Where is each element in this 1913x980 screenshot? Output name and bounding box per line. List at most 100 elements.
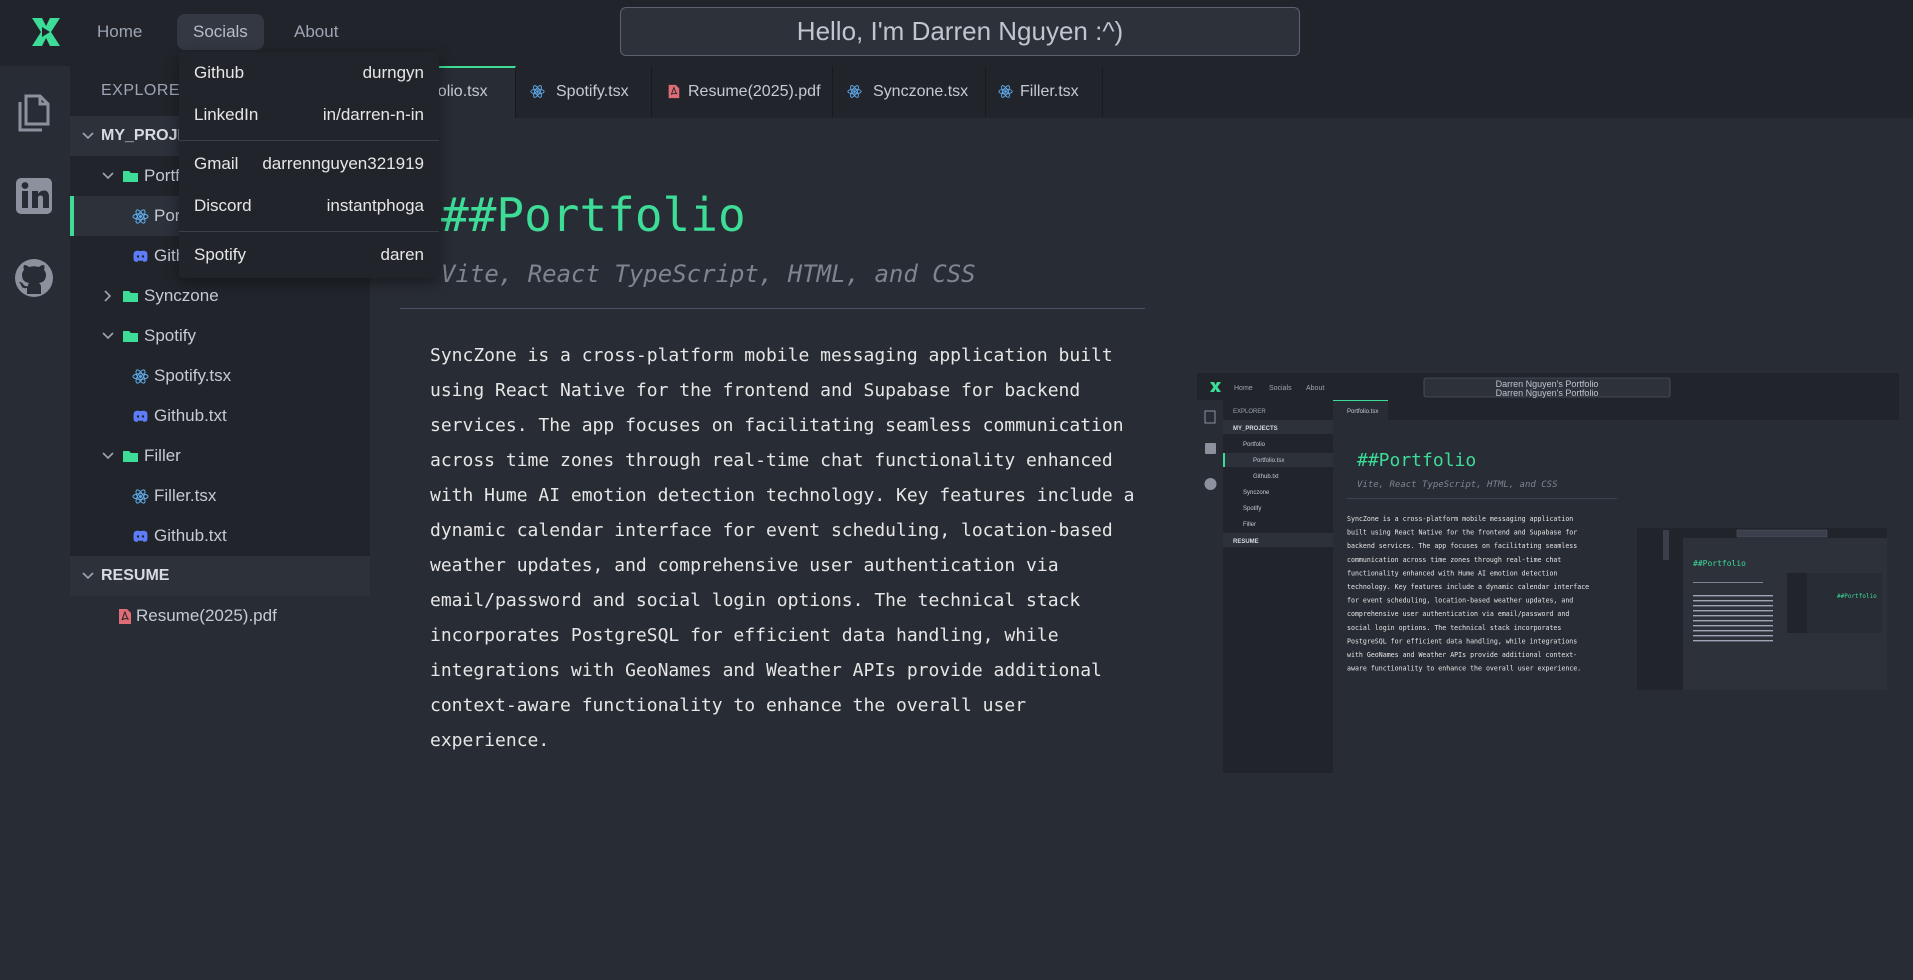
discord-github-icon (133, 530, 148, 542)
folder-icon (123, 291, 138, 302)
project-preview-image: Home Socials About Darren Nguyen's Portf… (1197, 373, 1899, 773)
preview-portfolio-file: Portfolio.tsx (1253, 458, 1284, 464)
tree-folder-spotify[interactable]: Spotify (70, 316, 370, 356)
tree-file-spotify-github[interactable]: Github.txt (70, 396, 370, 436)
divider (400, 308, 1145, 309)
tree-folder-filler[interactable]: Filler (70, 436, 370, 476)
preview-paragraph-line: comprehensive user authentication via em… (1347, 610, 1569, 618)
dropdown-divider (179, 231, 439, 232)
chevron-down-icon (102, 172, 114, 180)
project-description: SyncZone is a cross-platform mobile mess… (430, 345, 1135, 751)
social-name: Gmail (194, 154, 239, 173)
preview-github: Github.txt (1253, 474, 1279, 480)
react-icon (847, 85, 862, 98)
discord-github-icon (133, 410, 148, 422)
logo-icon[interactable] (30, 16, 62, 48)
social-item-spotify[interactable]: Spotify daren (179, 234, 439, 276)
preview-projects: MY_PROJECTS (1233, 426, 1278, 432)
preview-heading: ##Portfolio (1357, 450, 1476, 471)
tab-resume[interactable]: Resume(2025).pdf (652, 66, 833, 118)
tree-label: Filler (144, 446, 181, 465)
files-icon[interactable] (12, 90, 56, 134)
tree-label: Github.txt (154, 406, 227, 425)
nav-home[interactable]: Home (81, 14, 158, 50)
preview-synczone: Synczone (1243, 490, 1270, 496)
social-item-linkedin[interactable]: LinkedIn in/darren-n-in (179, 94, 439, 136)
greeting-bar[interactable]: Hello, I'm Darren Nguyen :^) (620, 7, 1300, 56)
tree-label: Resume(2025).pdf (136, 606, 277, 625)
tree-section-resume[interactable]: RESUME (70, 556, 370, 596)
preview-nested-heading-2: ##Portfolio (1837, 593, 1877, 600)
preview-resume: RESUME (1233, 539, 1259, 545)
nav-socials[interactable]: Socials (177, 14, 264, 50)
tech-subtitle: Vite, React TypeScript, HTML, and CSS (441, 260, 976, 288)
preview-subtitle: Vite, React TypeScript, HTML, and CSS (1357, 480, 1558, 490)
tree-folder-synczone[interactable]: Synczone (70, 276, 370, 316)
tab-synczone[interactable]: Synczone.tsx (833, 66, 986, 118)
chevron-right-icon (104, 290, 112, 302)
preview-paragraph-line: backend services. The app focuses on fac… (1347, 542, 1577, 550)
react-icon (132, 369, 149, 384)
social-name: Spotify (194, 245, 246, 264)
preview-paragraph-line: with GeoNames and Weather APIs provide a… (1347, 651, 1577, 659)
react-icon (132, 489, 149, 504)
tab-filler[interactable]: Filler.tsx (986, 66, 1103, 118)
preview-nested-heading: ##Portfolio (1693, 559, 1746, 568)
socials-dropdown: Github durngyn LinkedIn in/darren-n-in G… (179, 52, 439, 278)
linkedin-icon[interactable] (12, 174, 56, 218)
chevron-down-icon (102, 452, 114, 460)
preview-paragraph-line: functionality enhanced with Hume AI emot… (1347, 569, 1557, 577)
preview-paragraph-line: SyncZone is a cross-platform mobile mess… (1347, 515, 1573, 523)
tab-label: Synczone.tsx (873, 83, 969, 100)
preview-spotify: Spotify (1243, 506, 1261, 512)
react-icon (530, 85, 545, 98)
dropdown-divider (179, 140, 439, 141)
social-item-github[interactable]: Github durngyn (179, 52, 439, 94)
discord-github-icon (133, 250, 148, 262)
tree-file-resume[interactable]: Resume(2025).pdf (70, 596, 370, 636)
chevron-down-icon (82, 572, 94, 580)
preview-screenshot: Home Socials About Darren Nguyen's Portf… (1197, 373, 1899, 773)
chevron-down-icon (102, 332, 114, 340)
tab-label: Spotify.tsx (556, 83, 629, 100)
preview-paragraph-line: social login options. The technical stac… (1347, 624, 1561, 632)
social-item-discord[interactable]: Discord instantphoga (179, 185, 439, 227)
preview-nav-about: About (1306, 385, 1324, 392)
preview-paragraph-line: for event scheduling, location-based wea… (1347, 597, 1573, 605)
tree-file-filler-github[interactable]: Github.txt (70, 516, 370, 556)
tree-label: Synczone (144, 286, 219, 305)
preview-filler: Filler (1243, 522, 1256, 528)
preview-nav-home: Home (1234, 385, 1253, 392)
tab-label: Filler.tsx (1020, 83, 1079, 100)
tree-label: Spotify (144, 326, 196, 345)
tree-file-spotify-tsx[interactable]: Spotify.tsx (70, 356, 370, 396)
social-name: Discord (194, 196, 252, 215)
social-name: Github (194, 63, 245, 82)
social-handle: in/darren-n-in (322, 105, 424, 124)
nav-about[interactable]: About (278, 14, 354, 50)
react-icon (998, 85, 1013, 98)
social-name: LinkedIn (194, 105, 259, 124)
preview-paragraph-line: PostgreSQL for efficient data handling, … (1347, 637, 1577, 645)
github-icon[interactable] (12, 256, 56, 300)
tree-label: Spotify.tsx (154, 366, 232, 385)
pdf-icon (668, 84, 680, 99)
folder-icon (123, 451, 138, 462)
tab-label: Resume(2025).pdf (688, 83, 821, 100)
social-item-gmail[interactable]: Gmail darrennguyen321919 (179, 143, 439, 185)
folder-icon (123, 171, 138, 182)
preview-tab: Portfolio.tsx (1347, 409, 1378, 415)
activity-bar (0, 66, 70, 980)
pdf-icon (119, 609, 131, 624)
preview-paragraph-line: technology. Key features include a dynam… (1347, 583, 1589, 591)
page-heading: ##Portfolio (441, 188, 746, 242)
preview-paragraph-line: communication across time zones through … (1347, 556, 1561, 564)
preview-paragraph-line: built using React Native for the fronten… (1347, 529, 1577, 537)
preview-title-2: Darren Nguyen's Portfolio (1496, 388, 1599, 398)
preview-paragraph-line: aware functionality to enhance the overa… (1347, 665, 1581, 673)
preview-nav-socials: Socials (1269, 385, 1292, 392)
tree-label: RESUME (101, 567, 170, 584)
chevron-down-icon (82, 132, 94, 140)
tab-spotify[interactable]: Spotify.tsx (516, 66, 652, 118)
tree-file-filler-tsx[interactable]: Filler.tsx (70, 476, 370, 516)
